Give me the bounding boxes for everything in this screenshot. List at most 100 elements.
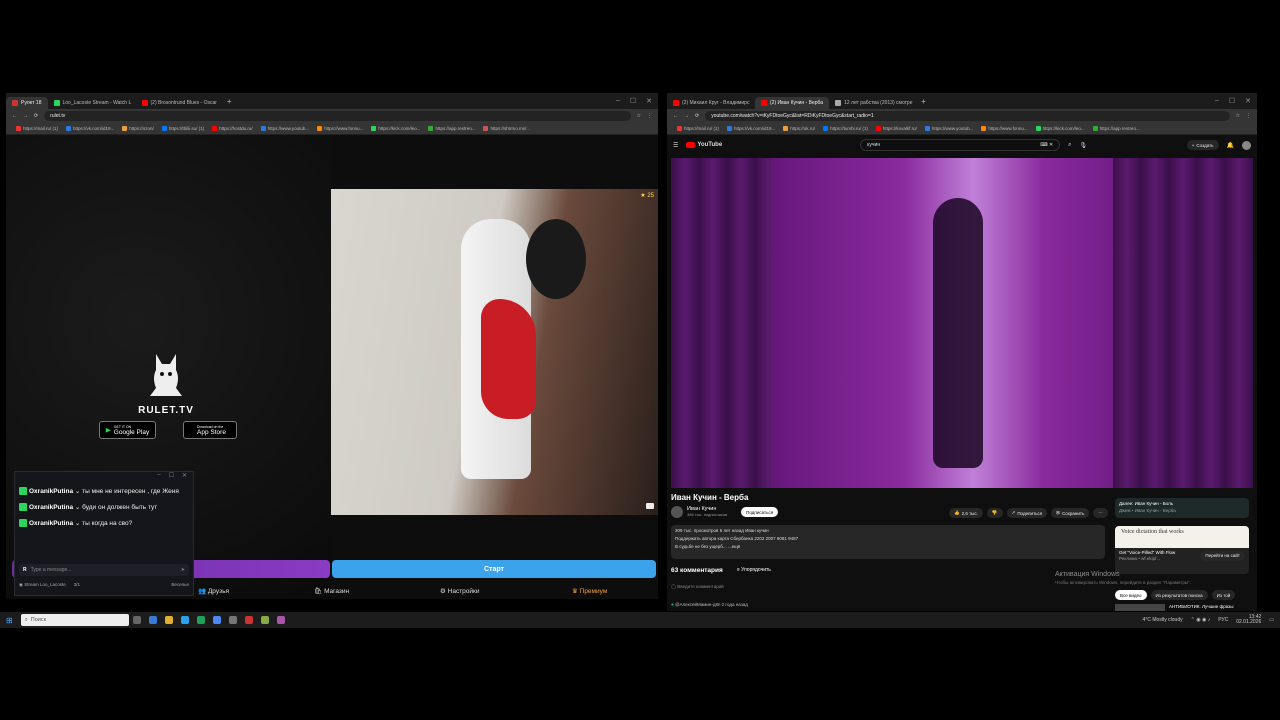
bookmark-item[interactable]: https://mail.ru/ (1) [16,126,58,131]
nav-premium[interactable]: ♛ Премиум [572,587,607,595]
nav-friends[interactable]: 👥 Друзья [198,587,229,595]
notification-center-icon[interactable]: ▭ [1269,617,1274,623]
chat-close[interactable]: ✕ [182,472,187,482]
avatar[interactable] [1242,140,1251,150]
bookmark-item[interactable]: https://www.youtub... [924,126,973,131]
taskbar-search[interactable]: ⌕ Поиск [20,614,129,626]
app-icon[interactable] [276,616,285,624]
left-url-field[interactable]: rulet.tv [44,111,631,121]
nav-shop[interactable]: 🛍 Магазин [314,587,349,595]
bookmark-item[interactable]: https://kick.com/leo... [1035,126,1085,131]
comment-author[interactable]: @АлексейМамин-д8п 2 года назад [675,602,748,607]
weather-widget[interactable]: 4°C Mostly cloudy [1143,617,1183,623]
bookmark-item[interactable]: https://shtrmo.ms/... [483,126,530,131]
left-tab-1[interactable]: Рулет 18 [6,97,48,109]
bookmark-item[interactable]: https://ok.ru/ [783,126,815,131]
bookmark-item[interactable]: https://mail.ru/ (1) [677,126,719,131]
channel-avatar[interactable] [671,506,683,518]
minimize-button[interactable]: – [1215,97,1219,105]
youtube-search-input[interactable]: кучин ⌨ ✕ [860,139,1061,151]
chip-all[interactable]: Все видео [1115,590,1147,600]
chat-input[interactable]: R Type a message... ➤ [19,564,189,576]
gamepad-icon[interactable] [646,503,654,509]
search-icon[interactable]: ⌕ [1068,142,1071,149]
new-tab-button[interactable]: + [921,97,926,106]
app-icon[interactable] [260,616,269,624]
maximize-button[interactable]: ☐ [1229,97,1235,105]
back-icon[interactable]: ← [673,113,678,119]
bookmark-item[interactable]: https://www.fonnu... [317,126,363,131]
chat-minimize[interactable]: – [157,472,160,482]
hamburger-icon[interactable]: ☰ [673,142,678,149]
telegram-icon[interactable] [180,616,189,624]
folder-icon[interactable] [164,616,173,624]
menu-icon[interactable]: ⋮ [647,113,652,119]
bookmark-item[interactable]: https://hostdu.ru/ [212,126,253,131]
forward-icon[interactable]: → [684,113,689,119]
bookmark-star-icon[interactable]: ☆ [1236,113,1240,119]
start-menu-icon[interactable]: ⊞ [6,616,13,625]
bookmark-item[interactable]: https://www.youtub... [260,126,309,131]
menu-icon[interactable]: ⋮ [1246,113,1251,119]
reload-icon[interactable]: ⟳ [695,113,699,119]
bookmark-item[interactable]: https://tumbi.ru/ (1) [823,126,868,131]
dislike-button[interactable]: 👎 [986,508,1003,518]
new-tab-button[interactable]: + [227,97,232,106]
ad-visit-button[interactable]: Перейти на сайт [1200,551,1245,561]
left-tab-2[interactable]: Loo_Lacoste Stream - Watch L [48,97,136,109]
reload-icon[interactable]: ⟳ [34,113,38,119]
right-tab-1[interactable]: (2) Михаил Круг - Владимирс [667,97,755,109]
subscribe-button[interactable]: Подписаться [741,507,779,517]
forward-icon[interactable]: → [23,113,28,119]
bookmark-item[interactable]: https://ozon/ [122,126,154,131]
chrome-icon[interactable] [212,616,221,624]
send-icon[interactable]: ➤ [181,567,185,573]
close-button[interactable]: ✕ [1245,97,1251,105]
bookmark-item[interactable]: https://kick.com/leo... [371,126,420,131]
maximize-button[interactable]: ☐ [630,97,636,105]
more-actions-button[interactable]: ⋯ [1093,508,1108,518]
notifications-icon[interactable]: 🔔 [1227,142,1234,149]
chat-maximize[interactable]: ☐ [169,472,174,482]
share-button[interactable]: ↗ Поделиться [1006,508,1048,518]
app-icon[interactable] [148,616,157,624]
left-tab-3[interactable]: (2) Brosontrund Blues - Oscar [136,97,223,109]
task-view-icon[interactable] [132,616,141,624]
chip-search[interactable]: Из результатов поиска [1150,590,1208,600]
keyboard-icon[interactable]: ⌨ ✕ [1040,142,1053,148]
google-play-button[interactable]: ▶ GET IT ON Google Play [99,421,156,439]
comment-input[interactable]: ◯ Введите комментарий [671,584,724,590]
bookmark-item[interactable]: https://tbilii.su/ (1) [161,126,204,131]
right-tab-3[interactable]: 12 лет рабства (2013) смотре [829,97,917,109]
minimize-button[interactable]: – [616,97,620,105]
youtube-logo[interactable]: YouTube [686,142,722,148]
app-icon[interactable] [228,616,237,624]
related-video[interactable]: АНТИБИОТИК. Лучшие фразы [1115,604,1233,611]
ad-card[interactable]: Voice dictation that works Get "Voice-Pi… [1115,526,1249,574]
obs-icon[interactable] [244,616,253,624]
mic-icon[interactable]: 🎙 [1080,142,1088,149]
close-button[interactable]: ✕ [646,97,652,105]
bookmark-item[interactable]: https://www.fonnu... [981,126,1028,131]
chat-nick[interactable]: OxranikPutina [29,488,73,495]
start-button[interactable]: Старт [332,560,656,578]
bookmark-item[interactable]: https://app.restreo... [428,126,475,131]
bookmark-star-icon[interactable]: ☆ [637,113,641,119]
right-tab-2[interactable]: (2) Иван Кучин - Верба [755,97,830,109]
chat-nick[interactable]: OxranikPutina [29,504,73,511]
video-description[interactable]: 309 тыс. просмотров 6 лет назад Иван куч… [671,525,1105,559]
tray-icons[interactable]: ⌃ ◉ ◉ ♪ [1191,617,1211,623]
app-icon[interactable] [196,616,205,624]
sort-button[interactable]: ≡ Упорядочить [737,567,771,574]
chat-nick[interactable]: OxranikPutina [29,520,73,527]
next-video-card[interactable]: Далее: Иван Кучин - Боль Джем • Иван Кучи… [1115,498,1249,518]
create-button[interactable]: + Создать [1186,140,1219,150]
like-button[interactable]: 👍 2,6 тыс. [949,508,983,518]
bookmark-item[interactable]: https://kovalkf.ru/ [875,126,917,131]
chip-same[interactable]: Из той [1211,590,1236,600]
youtube-video-player[interactable] [671,158,1253,488]
clock-date[interactable]: 02.01.2026 [1236,620,1261,625]
bookmark-item[interactable]: https://app.restreo... [1092,126,1140,131]
right-url-field[interactable]: youtube.com/watch?v=iKyFDtoeGyc&list=RDi… [705,111,1230,121]
save-button[interactable]: ⊞ Сохранить [1051,508,1090,518]
